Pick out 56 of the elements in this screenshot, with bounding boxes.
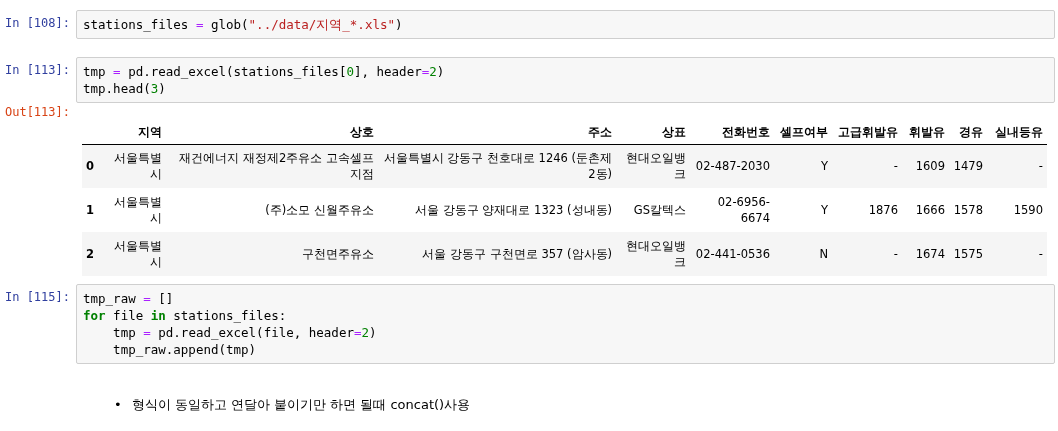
column-header: 주소 (378, 107, 616, 144)
table-cell: N (774, 232, 832, 276)
table-cell: 서울특별시 (106, 144, 166, 188)
table-cell: 1575 (949, 232, 987, 276)
table-cell: - (987, 232, 1047, 276)
table-cell: 재건에너지 재정제2주유소 고속셀프지점 (166, 144, 378, 188)
table-cell: 서울특별시 (106, 232, 166, 276)
table-cell: - (832, 232, 902, 276)
input-prompt: In [115]: (3, 289, 71, 306)
table-cell: 서울 강동구 구천면로 357 (암사동) (378, 232, 616, 276)
code-line: tmp = pd.read_excel(stations_files[0], header=2) (83, 63, 446, 80)
code-line: tmp_raw = [] (83, 290, 175, 307)
bullet-marker: • (114, 396, 122, 414)
table-cell: (주)소모 신월주유소 (166, 188, 378, 232)
code-line: tmp_raw.append(tmp) (112, 341, 258, 358)
bullet-text: 형식이 동일하고 연달아 붙이기만 하면 될때 concat()사용 (131, 396, 471, 414)
table-cell: 서울특별시 강동구 천호대로 1246 (둔촌제2동) (378, 144, 616, 188)
table-cell: GS칼텍스 (616, 188, 690, 232)
table-cell: 1674 (902, 232, 949, 276)
table-cell: 02-441-0536 (690, 232, 774, 276)
column-header: 휘발유 (902, 107, 949, 144)
table-cell: 서울 강동구 양재대로 1323 (성내동) (378, 188, 616, 232)
table-cell: Y (774, 144, 832, 188)
table-cell: 1666 (902, 188, 949, 232)
code-line: tmp.head(3) (83, 80, 167, 97)
column-header: 지역 (106, 107, 166, 144)
code-line: stations_files = glob("../data/지역_*.xls") (83, 16, 404, 33)
row-index: 2 (82, 232, 106, 276)
table-cell: 1609 (902, 144, 949, 188)
table-cell: Y (774, 188, 832, 232)
table-cell: 서울특별시 (106, 188, 166, 232)
table-cell: - (832, 144, 902, 188)
column-header: 셀프여부 (774, 107, 832, 144)
table-cell: 현대오일뱅크 (616, 144, 690, 188)
table-cell: 02-487-2030 (690, 144, 774, 188)
input-prompt: In [113]: (3, 62, 71, 79)
table-cell: 1590 (987, 188, 1047, 232)
table-cell: 1578 (949, 188, 987, 232)
row-index: 1 (82, 188, 106, 232)
column-header: 실내등유 (987, 107, 1047, 144)
column-header: 전화번호 (690, 107, 774, 144)
table-cell: - (987, 144, 1047, 188)
column-header: 상표 (616, 107, 690, 144)
input-prompt: In [108]: (3, 15, 71, 32)
column-header: 상호 (166, 107, 378, 144)
code-line: for file in stations_files: (83, 307, 288, 324)
table-cell: 02-6956-6674 (690, 188, 774, 232)
code-line: tmp = pd.read_excel(file, header=2) (112, 324, 378, 341)
output-prompt: Out[113]: (3, 104, 71, 121)
column-header: 고급휘발유 (832, 107, 902, 144)
column-header: 경유 (949, 107, 987, 144)
table-cell: 현대오일뱅크 (616, 232, 690, 276)
table-cell: 1479 (949, 144, 987, 188)
row-index: 0 (82, 144, 106, 188)
table-cell: 1876 (832, 188, 902, 232)
table-cell: 구천면주유소 (166, 232, 378, 276)
